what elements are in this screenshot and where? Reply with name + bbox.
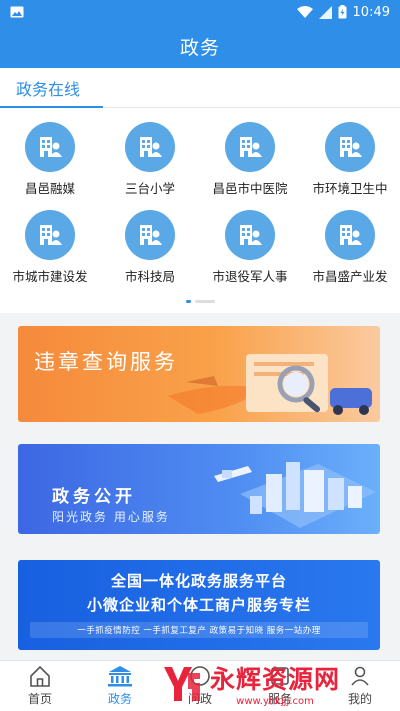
tab-gov-affairs[interactable]: 政务 — [80, 661, 160, 711]
status-time: 10:49 — [352, 4, 390, 20]
government-office-icon — [325, 210, 375, 260]
watermark-brand: 永辉资源网 — [210, 664, 341, 694]
platform-title-line2: 小微企业和个体工商户服务专栏 — [86, 596, 311, 614]
page-title: 政务 — [179, 36, 220, 59]
service-item-label: 市退役军人事 — [212, 269, 288, 284]
page-dot — [194, 300, 215, 303]
platform-slogan-strip: 一手抓疫情防控 一手抓复工复产 政策易于知晓 服务一站办理 — [30, 622, 368, 638]
service-item[interactable]: 昌邑市中医院 — [200, 122, 300, 210]
service-item-label: 昌邑市中医院 — [212, 181, 288, 196]
service-item-label: 三台小学 — [124, 181, 175, 196]
service-item-label: 市城市建设发 — [12, 269, 88, 284]
gov-affairs-open-banner[interactable]: 政务公开 阳光政务 用心服务 — [18, 444, 380, 534]
services-grid: 昌邑融媒 三台小学 昌邑市中医院 市环境卫生中市城市建设发 市科技局 市退役军人事 市昌盛产… — [0, 108, 400, 298]
government-office-icon — [125, 210, 175, 260]
tab-label: 首页 — [27, 692, 52, 706]
service-item[interactable]: 市昌盛产业发 — [300, 210, 400, 298]
gov-affairs-open-title: 政务公开 — [52, 487, 136, 507]
online-services-section: 政务在线 昌邑融媒 三台小学 昌邑市中医院 市环境卫生中市城市建设发 市科技局 市退役军人… — [0, 68, 400, 313]
gov-affairs-open-subtitle: 阳光政务 用心服务 — [52, 510, 170, 524]
battery-icon — [338, 5, 347, 19]
wifi-icon — [296, 5, 313, 18]
service-item-label: 市环境卫生中 — [312, 181, 388, 196]
service-item[interactable]: 昌邑融媒 — [0, 122, 100, 210]
watermark: 永辉资源网 www.yhkjjj.com — [158, 655, 400, 711]
page-dot-active — [185, 300, 191, 303]
status-bar: 10:49 — [0, 0, 400, 24]
service-item-label: 市昌盛产业发 — [312, 269, 388, 284]
national-platform-banner[interactable]: 全国一体化政务服务平台 小微企业和个体工商户服务专栏 一手抓疫情防控 一手抓复工… — [18, 560, 380, 650]
page-indicator — [0, 300, 400, 303]
app-bar: 政务 — [0, 24, 400, 68]
service-item[interactable]: 市环境卫生中 — [300, 122, 400, 210]
government-office-icon — [225, 122, 275, 172]
service-item-label: 市科技局 — [124, 269, 175, 284]
section-title[interactable]: 政务在线 — [16, 76, 80, 100]
tab-home[interactable]: 首页 — [0, 661, 80, 711]
watermark-url: www.yhkjjj.com — [236, 695, 314, 707]
home-icon — [30, 665, 50, 687]
platform-title-line1: 全国一体化政务服务平台 — [110, 572, 287, 590]
service-item-label: 昌邑融媒 — [24, 181, 75, 196]
service-item[interactable]: 市城市建设发 — [0, 210, 100, 298]
government-office-icon — [25, 210, 75, 260]
image-icon — [10, 6, 24, 18]
section-header: 政务在线 — [0, 68, 400, 108]
service-item[interactable]: 三台小学 — [100, 122, 200, 210]
service-item[interactable]: 市科技局 — [100, 210, 200, 298]
signal-icon — [318, 5, 332, 19]
violation-query-banner[interactable]: 违章查询服务 — [18, 326, 380, 422]
tab-label: 政务 — [107, 692, 132, 706]
government-office-icon — [125, 122, 175, 172]
government-building-icon — [108, 666, 132, 687]
watermark-logo-icon — [164, 667, 200, 701]
violation-query-title: 违章查询服务 — [34, 350, 178, 374]
service-item[interactable]: 市退役军人事 — [200, 210, 300, 298]
section-title-underline — [0, 106, 103, 108]
government-office-icon — [25, 122, 75, 172]
government-office-icon — [225, 210, 275, 260]
government-office-icon — [325, 122, 375, 172]
